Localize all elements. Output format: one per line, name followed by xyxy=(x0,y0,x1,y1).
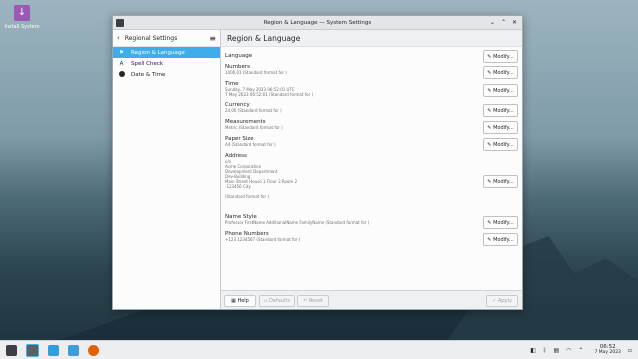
setting-value: 24,00 (Standard format for ) xyxy=(225,108,282,113)
sidebar-item-label: Date & Time xyxy=(131,71,166,78)
desktop-icon-label: Install System xyxy=(4,24,40,30)
modify-name-style-button[interactable]: ✎ Modify... xyxy=(483,216,518,229)
close-button[interactable]: ✕ xyxy=(512,19,517,26)
maximize-button[interactable]: ⌃ xyxy=(501,19,506,26)
modify-measurements-button[interactable]: ✎ Modify... xyxy=(483,121,518,134)
setting-value: Professor FirstName AdditionalName Famil… xyxy=(225,220,370,225)
setting-row-phone-numbers: Phone Numbers +123 1234567 (Standard for… xyxy=(225,231,518,246)
app-icon xyxy=(116,18,124,27)
minimize-button[interactable]: ⌄ xyxy=(490,19,495,26)
button-label: Modify... xyxy=(493,107,514,114)
system-tray: ◧ ᛒ ▤ ◠ ⌃ 06:52 7 May 2023 ▫ xyxy=(530,344,632,356)
file-manager-icon[interactable] xyxy=(68,344,79,356)
modify-currency-button[interactable]: ✎ Modify... xyxy=(483,104,518,117)
setting-row-name-style: Name Style Professor FirstName Additiona… xyxy=(225,214,518,229)
window-titlebar[interactable]: Region & Language — System Settings ⌄ ⌃ … xyxy=(113,16,522,30)
clock[interactable]: 06:52 7 May 2023 xyxy=(594,344,620,356)
clock-icon xyxy=(118,70,125,77)
modify-numbers-button[interactable]: ✎ Modify... xyxy=(483,66,518,79)
setting-value: Metric (Standard format for ) xyxy=(225,125,283,130)
sidebar-item-date-time[interactable]: Date & Time xyxy=(113,69,220,80)
sidebar-header: ‹ Regional Settings ≡ xyxy=(113,30,220,47)
network-icon[interactable]: ◠ xyxy=(566,347,571,354)
button-label: Modify... xyxy=(493,141,514,148)
install-system-desktop-icon[interactable]: ↓ Install System xyxy=(4,5,40,30)
setting-value: A4 (Standard format for ) xyxy=(225,142,276,147)
firefox-icon[interactable] xyxy=(88,344,99,356)
setting-row-paper-size: Paper Size A4 (Standard format for ) ✎ M… xyxy=(225,136,518,151)
system-settings-window: Region & Language — System Settings ⌄ ⌃ … xyxy=(112,15,523,310)
clock-date: 7 May 2023 xyxy=(594,350,621,355)
modify-paper-size-button[interactable]: ✎ Modify... xyxy=(483,138,518,151)
main-panel: Region & Language Language ✎ Modify... N… xyxy=(221,30,522,309)
button-label: Modify... xyxy=(493,219,514,226)
button-label: Apply xyxy=(497,298,512,304)
button-label: Modify... xyxy=(493,124,514,131)
modify-phone-numbers-button[interactable]: ✎ Modify... xyxy=(483,233,518,246)
show-hidden-icons-icon[interactable]: ⌃ xyxy=(578,347,583,354)
sidebar-item-region-language[interactable]: ⚑ Region & Language xyxy=(113,47,220,58)
help-button[interactable]: ▦ Help xyxy=(224,295,256,307)
apply-button[interactable]: ✓ Apply xyxy=(486,295,518,307)
button-label: Modify... xyxy=(493,87,514,94)
button-label: Modify... xyxy=(493,53,514,60)
taskbar: ◧ ᛒ ▤ ◠ ⌃ 06:52 7 May 2023 ▫ xyxy=(0,340,638,359)
setting-value: 1000,01 (Standard format for ) xyxy=(225,70,287,75)
sidebar-item-label: Spell Check xyxy=(131,60,164,67)
setting-row-currency: Currency 24,00 (Standard format for ) ✎ … xyxy=(225,102,518,117)
button-label: Help xyxy=(237,298,249,304)
page-title: Region & Language xyxy=(221,30,522,47)
reset-button[interactable]: ↶ Reset xyxy=(297,295,329,307)
sidebar-title: Regional Settings xyxy=(124,34,178,42)
flag-icon: ⚑ xyxy=(119,49,124,56)
setting-label: Language xyxy=(225,53,253,59)
bluetooth-icon[interactable]: ᛒ xyxy=(543,347,547,354)
back-arrow-icon[interactable]: ‹ xyxy=(117,34,120,42)
audio-volume-icon[interactable]: ◧ xyxy=(530,347,536,354)
spell-check-icon: A xyxy=(119,60,124,67)
button-label: Modify... xyxy=(493,178,514,185)
peek-desktop-icon[interactable]: ▫ xyxy=(628,347,632,354)
setting-row-time: Time Sunday, 7 May 2023 06:52:01 UTC 7 M… xyxy=(225,81,518,97)
system-settings-task-icon[interactable] xyxy=(26,343,39,357)
sidebar-item-spell-check[interactable]: A Spell Check xyxy=(113,58,220,69)
button-label: Modify... xyxy=(493,69,514,76)
setting-value: (Standard format for ) xyxy=(225,194,269,199)
setting-value: +123 1234567 (Standard format for ) xyxy=(225,237,301,242)
download-icon: ↓ xyxy=(14,5,30,21)
dialog-footer: ▦ Help ▫ Defaults ↶ Reset ✓ Apply xyxy=(221,290,522,309)
modify-time-button[interactable]: ✎ Modify... xyxy=(483,84,518,97)
setting-row-language: Language ✎ Modify... xyxy=(225,50,518,63)
application-launcher-icon[interactable] xyxy=(6,344,17,356)
discover-icon[interactable] xyxy=(48,344,59,356)
button-label: Reset xyxy=(308,298,323,304)
hamburger-menu-icon[interactable]: ≡ xyxy=(209,34,216,43)
setting-row-address: Address c/o Acme Corporation Development… xyxy=(225,153,518,199)
modify-language-button[interactable]: ✎ Modify... xyxy=(483,50,518,63)
window-title: Region & Language — System Settings xyxy=(263,19,372,26)
button-label: Modify... xyxy=(493,236,514,243)
sidebar: ‹ Regional Settings ≡ ⚑ Region & Languag… xyxy=(113,30,221,309)
setting-value: 7 May 2023 06:52:01 (Standard format for… xyxy=(225,92,314,97)
button-label: Defaults xyxy=(269,298,290,304)
setting-row-measurements: Measurements Metric (Standard format for… xyxy=(225,119,518,134)
clipboard-icon[interactable]: ▤ xyxy=(553,347,559,354)
setting-row-numbers: Numbers 1000,01 (Standard format for ) ✎… xyxy=(225,64,518,79)
settings-list: Language ✎ Modify... Numbers 1000,01 (St… xyxy=(221,47,522,304)
modify-address-button[interactable]: ✎ Modify... xyxy=(483,175,518,188)
sidebar-item-label: Region & Language xyxy=(131,49,185,56)
defaults-button[interactable]: ▫ Defaults xyxy=(259,295,295,307)
